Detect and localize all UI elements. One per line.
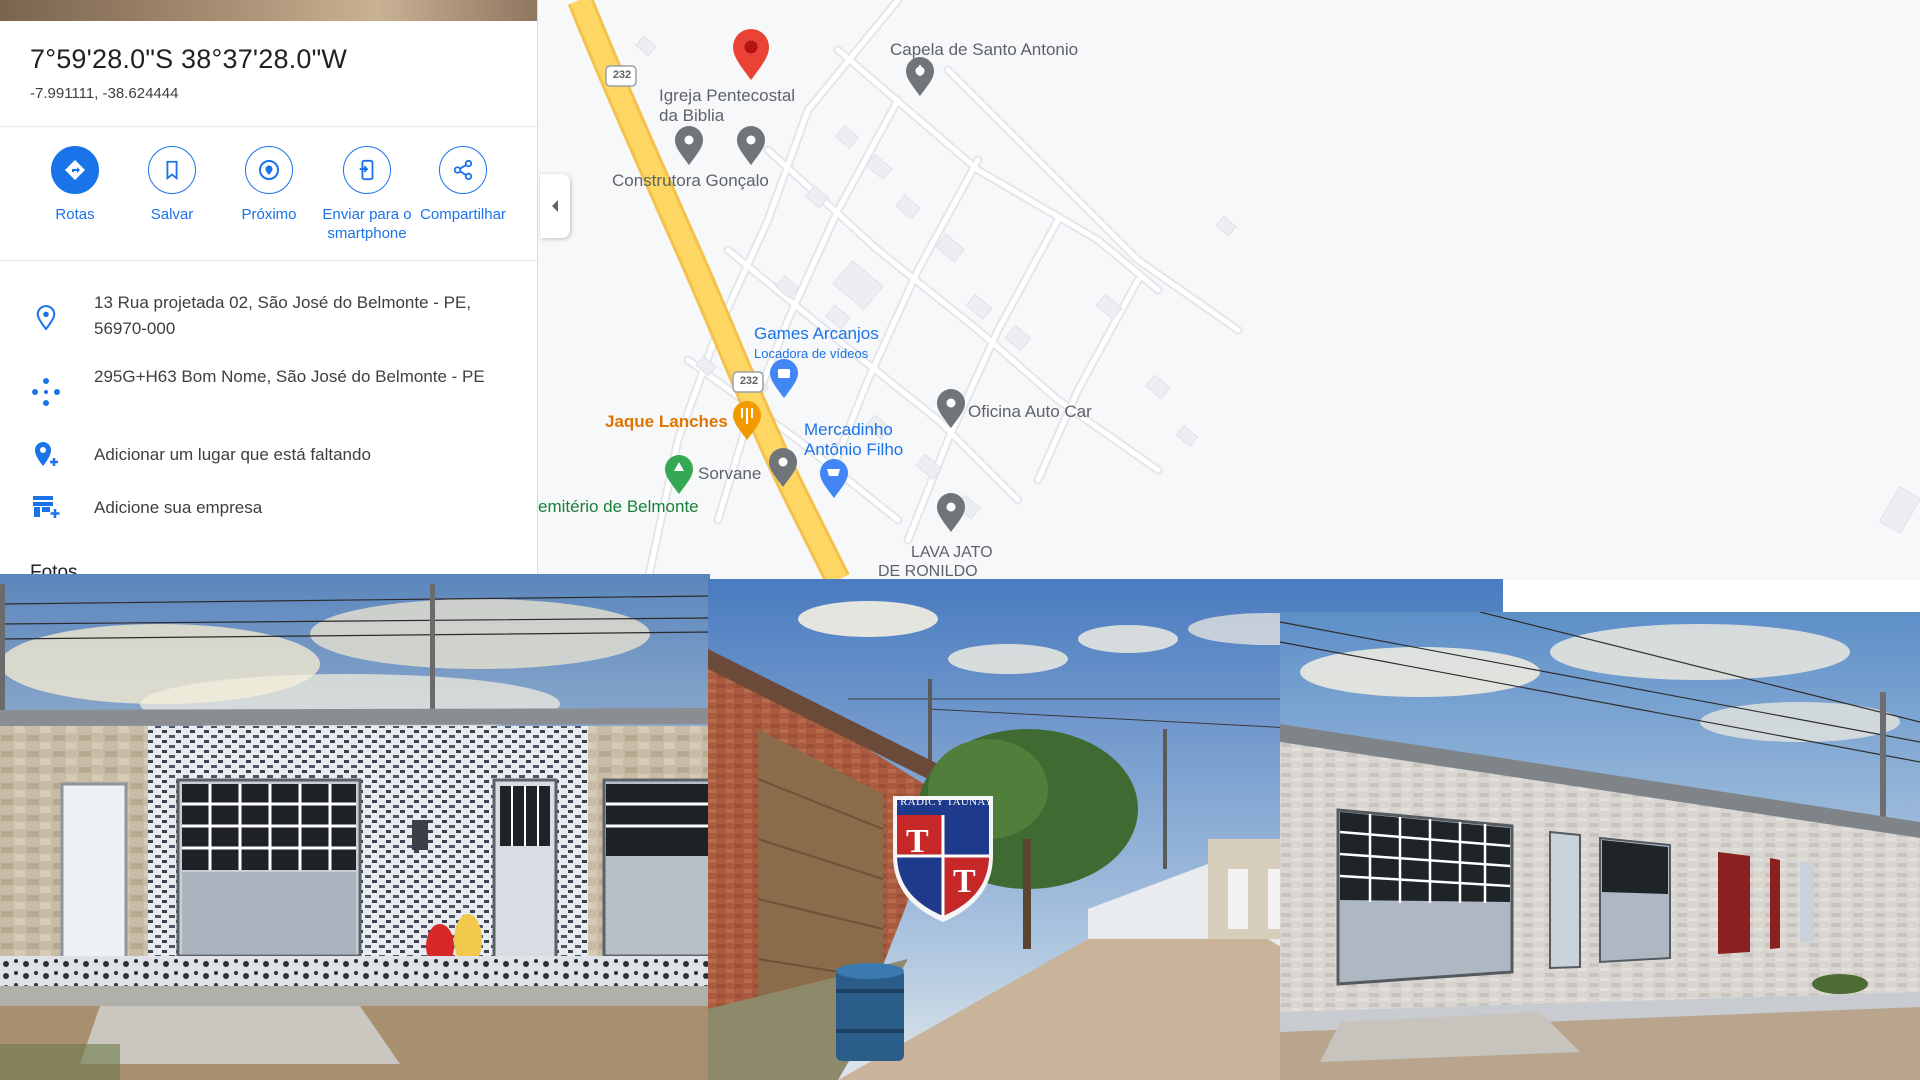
map-label-games[interactable]: Games Arcanjos xyxy=(754,324,879,344)
divider xyxy=(0,260,537,261)
directions-button[interactable]: Rotas xyxy=(27,146,123,224)
screen: 232 232 Capela de Santo Antonio Igreja P… xyxy=(0,0,1920,1080)
church-pin-icon xyxy=(737,126,765,165)
selected-location-pin-icon[interactable] xyxy=(733,29,769,80)
watermark-letter-right: T xyxy=(953,863,976,900)
location-pin-icon xyxy=(36,305,56,331)
nearby-icon xyxy=(259,160,279,180)
map-label-oficina[interactable]: Oficina Auto Car xyxy=(968,402,1092,422)
address-text: 13 Rua projetada 02, São José do Belmont… xyxy=(94,293,472,338)
map-label-sorvane[interactable]: Sorvane xyxy=(698,464,761,484)
add-missing-place-text: Adicionar um lugar que está faltando xyxy=(94,445,371,464)
map-label-mercadinho-line1[interactable]: Mercadinho xyxy=(804,420,893,440)
nearby-label: Próximo xyxy=(241,206,297,223)
directions-label: Rotas xyxy=(55,206,95,223)
coordinates-title: 7°59'28.0"S 38°37'28.0"W xyxy=(30,44,348,74)
watermark-letter-left: T xyxy=(906,823,929,860)
map-label-construction[interactable]: Construtora Gonçalo xyxy=(612,171,769,191)
map-label-lava-line1[interactable]: LAVA JATO xyxy=(911,543,993,563)
plus-code-icon xyxy=(32,378,60,406)
add-business-text: Adicione sua empresa xyxy=(94,498,263,517)
bookmark-icon xyxy=(166,160,178,181)
house-front-photo[interactable] xyxy=(0,574,710,1080)
mercadinho-pin-icon[interactable] xyxy=(820,459,848,498)
save-button[interactable]: Salvar xyxy=(124,146,220,224)
save-label: Salvar xyxy=(150,206,194,223)
send-to-phone-button[interactable]: Enviar para o smartphone xyxy=(317,146,417,243)
share-button[interactable]: Compartilhar xyxy=(414,146,512,224)
divider xyxy=(0,126,537,127)
watermark-name: TRADICY TAUNAY xyxy=(893,796,993,808)
send-to-phone-label: Enviar para o smartphone xyxy=(322,206,412,242)
route-shield-mid-label: 232 xyxy=(739,375,759,387)
send-to-phone-icon xyxy=(359,159,374,181)
games-pin-icon[interactable] xyxy=(770,359,798,398)
construction-pin-icon xyxy=(675,126,703,165)
map-label-mercadinho-line2[interactable]: Antônio Filho xyxy=(804,440,903,460)
lava-jato-pin-icon xyxy=(937,493,965,532)
map-label-church-line2[interactable]: da Biblia xyxy=(659,106,724,126)
map-label-cemetery[interactable]: emitério de Belmonte xyxy=(538,497,699,517)
map-label-jaque[interactable]: Jaque Lanches xyxy=(605,412,728,432)
add-place-icon xyxy=(35,442,58,466)
coordinates-decimal[interactable]: -7.991111, -38.624444 xyxy=(30,85,178,102)
houses-row-photo[interactable] xyxy=(1280,612,1920,1080)
plus-code-text: 295G+H63 Bom Nome, São José do Belmonte … xyxy=(94,367,485,386)
caret-left-icon xyxy=(552,200,558,212)
map-view[interactable]: 232 232 Capela de Santo Antonio Igreja P… xyxy=(538,0,1920,580)
header-photo[interactable] xyxy=(0,0,537,21)
directions-icon xyxy=(65,160,85,180)
add-business-icon xyxy=(33,496,60,518)
share-label: Compartilhar xyxy=(420,206,506,223)
map-label-lava-line2[interactable]: DE RONILDO xyxy=(878,562,978,580)
map-label-chapel[interactable]: Capela de Santo Antonio xyxy=(890,40,1078,60)
nearby-button[interactable]: Próximo xyxy=(221,146,317,224)
route-shield-top-label: 232 xyxy=(612,69,632,81)
chapel-pin-icon xyxy=(906,57,934,96)
place-side-panel: 7°59'28.0"S 38°37'28.0"W -7.991111, -38.… xyxy=(0,0,538,580)
collapse-panel-button[interactable] xyxy=(540,174,570,238)
map-label-church-line1[interactable]: Igreja Pentecostal xyxy=(659,86,795,106)
map-label-games-sub: Locadora de vídeos xyxy=(754,346,869,361)
share-icon xyxy=(453,159,473,181)
